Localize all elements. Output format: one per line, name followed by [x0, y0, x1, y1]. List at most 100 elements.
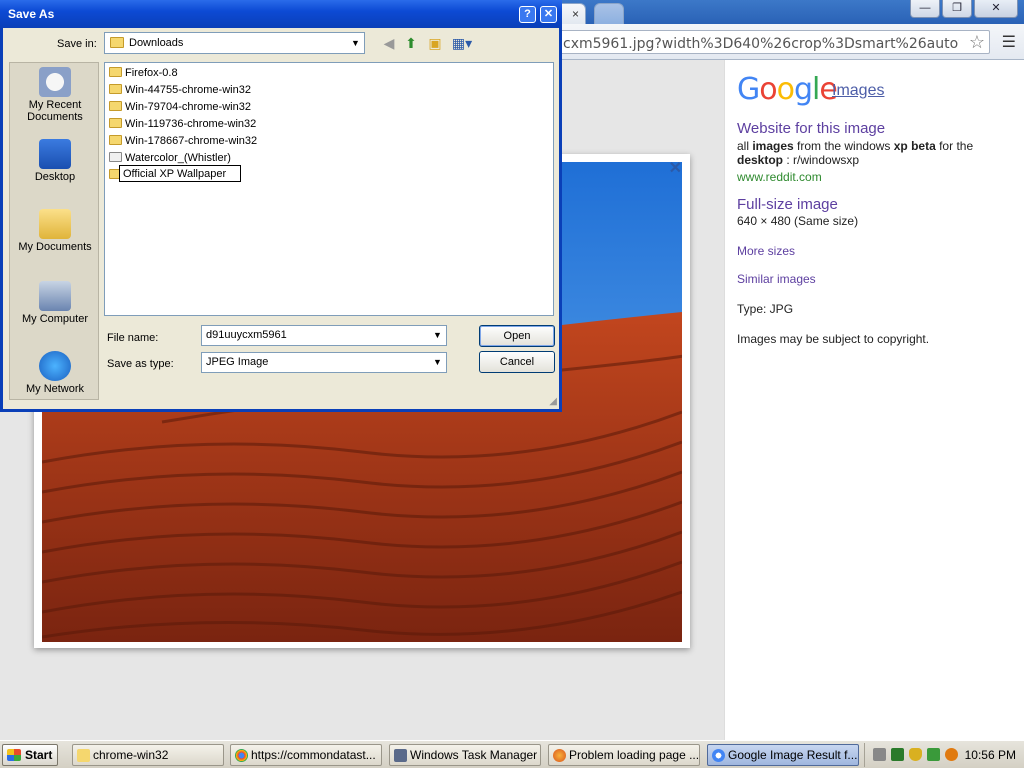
- window-controls: — ❐ ✕: [910, 0, 1018, 18]
- status-icon[interactable]: [891, 748, 904, 761]
- list-item[interactable]: Win-79704-chrome-win32: [109, 101, 251, 113]
- firefox-icon: [553, 749, 566, 762]
- address-text[interactable]: cxm5961.jpg?width%3D640%26crop%3Dsmart%2…: [563, 36, 959, 52]
- file-list[interactable]: Firefox-0.8 Win-44755-chrome-win32 Win-7…: [104, 62, 554, 316]
- save-in-value: Downloads: [129, 37, 184, 49]
- image-file-icon: [109, 152, 122, 162]
- place-desktop[interactable]: Desktop: [10, 139, 100, 183]
- chevron-down-icon[interactable]: ▼: [347, 33, 364, 53]
- place-my-computer[interactable]: My Computer: [10, 281, 100, 325]
- my-documents-icon: [39, 209, 71, 239]
- search-icon[interactable]: [945, 748, 958, 761]
- save-as-dialog: Save As ? ✕ Save in: Downloads ▼ ◀ ⬆ ▣ ▦…: [0, 0, 562, 412]
- place-label: Desktop: [34, 171, 76, 183]
- similar-images-link[interactable]: Similar images: [737, 272, 816, 286]
- restore-button[interactable]: ❐: [942, 0, 972, 18]
- security-shield-icon[interactable]: [909, 748, 922, 761]
- filename-label: File name:: [107, 332, 159, 344]
- save-in-dropdown[interactable]: Downloads ▼: [104, 32, 365, 54]
- dialog-close-icon[interactable]: ✕: [540, 6, 557, 23]
- place-label: My Network: [25, 383, 85, 395]
- chrome-icon: [712, 749, 725, 762]
- bookmark-star-icon[interactable]: ☆: [969, 32, 985, 53]
- cancel-button[interactable]: Cancel: [479, 351, 555, 373]
- images-link[interactable]: Images: [832, 82, 884, 100]
- keyboard-icon[interactable]: [873, 748, 886, 761]
- logo-letter: G: [737, 72, 760, 107]
- taskbar-item[interactable]: Windows Task Manager: [389, 744, 541, 766]
- minimize-button[interactable]: —: [910, 0, 940, 18]
- chevron-down-icon[interactable]: ▼: [429, 326, 446, 345]
- start-button[interactable]: Start: [2, 744, 58, 766]
- place-my-recent-documents[interactable]: My Recent Documents: [10, 67, 100, 123]
- dialog-title: Save As: [8, 7, 55, 21]
- list-item[interactable]: Watercolor_(Whistler): [109, 152, 231, 164]
- fullsize-dimensions: 640 × 480 (Same size): [737, 214, 859, 228]
- list-item[interactable]: Win-178667-chrome-win32: [109, 135, 257, 147]
- new-tab-button[interactable]: [594, 3, 624, 24]
- website-url: www.reddit.com: [737, 170, 822, 184]
- chevron-down-icon[interactable]: ▼: [429, 353, 446, 372]
- desktop-icon: [39, 139, 71, 169]
- folder-icon: [77, 749, 90, 762]
- place-my-documents[interactable]: My Documents: [10, 209, 100, 253]
- chrome-icon: [235, 749, 248, 762]
- website-heading-link[interactable]: Website for this image: [737, 120, 885, 137]
- logo-letter: l: [812, 72, 820, 107]
- start-label: Start: [25, 748, 53, 762]
- taskbar-item[interactable]: Problem loading page ...: [548, 744, 700, 766]
- website-description: all images from the windows xp beta for …: [737, 139, 974, 167]
- close-window-button[interactable]: ✕: [974, 0, 1018, 18]
- place-my-network[interactable]: My Network: [10, 351, 100, 395]
- logo-letter: o: [776, 72, 795, 107]
- save-type-value: JPEG Image: [206, 356, 269, 368]
- taskbar-item[interactable]: https://commondatast...: [230, 744, 382, 766]
- image-info-pane: Google Images Website for this image all…: [724, 60, 1024, 740]
- folder-icon: [109, 67, 122, 77]
- clock: 10:56 PM: [964, 748, 1016, 762]
- resize-grip-icon[interactable]: ◢: [549, 396, 557, 407]
- help-icon[interactable]: ?: [519, 6, 536, 23]
- tab-close-icon[interactable]: ×: [572, 7, 579, 21]
- folder-icon: [109, 84, 122, 94]
- places-bar: My Recent Documents Desktop My Documents…: [9, 62, 99, 400]
- rename-folder-input[interactable]: [119, 165, 241, 182]
- folder-icon: [110, 37, 124, 48]
- filename-value[interactable]: d91uuycxm5961: [206, 329, 287, 341]
- save-in-label: Save in:: [57, 38, 97, 50]
- my-network-icon: [39, 351, 71, 381]
- new-folder-icon[interactable]: ▣: [425, 34, 445, 52]
- folder-icon: [109, 101, 122, 111]
- back-icon[interactable]: ◀: [379, 34, 399, 52]
- address-bar[interactable]: cxm5961.jpg?width%3D640%26crop%3Dsmart%2…: [552, 30, 990, 54]
- google-logo[interactable]: Google: [737, 72, 838, 107]
- list-item[interactable]: Win-119736-chrome-win32: [109, 118, 256, 130]
- close-preview-icon[interactable]: ✕: [669, 158, 682, 178]
- network-icon[interactable]: [927, 748, 940, 761]
- place-label: My Documents: [18, 241, 92, 253]
- recent-documents-icon: [39, 67, 71, 97]
- fullsize-image-link[interactable]: Full-size image: [737, 196, 838, 213]
- list-item[interactable]: Win-44755-chrome-win32: [109, 84, 251, 96]
- chrome-menu-icon[interactable]: ☰: [1002, 32, 1016, 52]
- views-menu-icon[interactable]: ▦▾: [449, 34, 475, 52]
- folder-icon: [109, 118, 122, 128]
- logo-letter: o: [759, 72, 777, 107]
- image-type: Type: JPG: [737, 302, 794, 316]
- save-type-dropdown[interactable]: JPEG Image ▼: [201, 352, 447, 373]
- list-item[interactable]: Firefox-0.8: [109, 67, 178, 79]
- dialog-titlebar[interactable]: Save As ? ✕: [0, 0, 562, 28]
- more-sizes-link[interactable]: More sizes: [737, 244, 795, 258]
- filename-field[interactable]: d91uuycxm5961 ▼: [201, 325, 447, 346]
- taskbar: Start chrome-win32 https://commondatast.…: [0, 740, 1024, 768]
- place-label: My Recent Documents: [27, 99, 83, 123]
- system-tray: 10:56 PM: [864, 743, 1024, 767]
- copyright-notice: Images may be subject to copyright.: [737, 332, 930, 346]
- taskbar-item-active[interactable]: Google Image Result f...: [707, 744, 859, 766]
- open-button[interactable]: Open: [479, 325, 555, 347]
- task-manager-icon: [394, 749, 407, 762]
- taskbar-item[interactable]: chrome-win32: [72, 744, 224, 766]
- up-folder-icon[interactable]: ⬆: [401, 34, 421, 52]
- folder-icon: [109, 135, 122, 145]
- windows-logo-icon: [7, 749, 21, 761]
